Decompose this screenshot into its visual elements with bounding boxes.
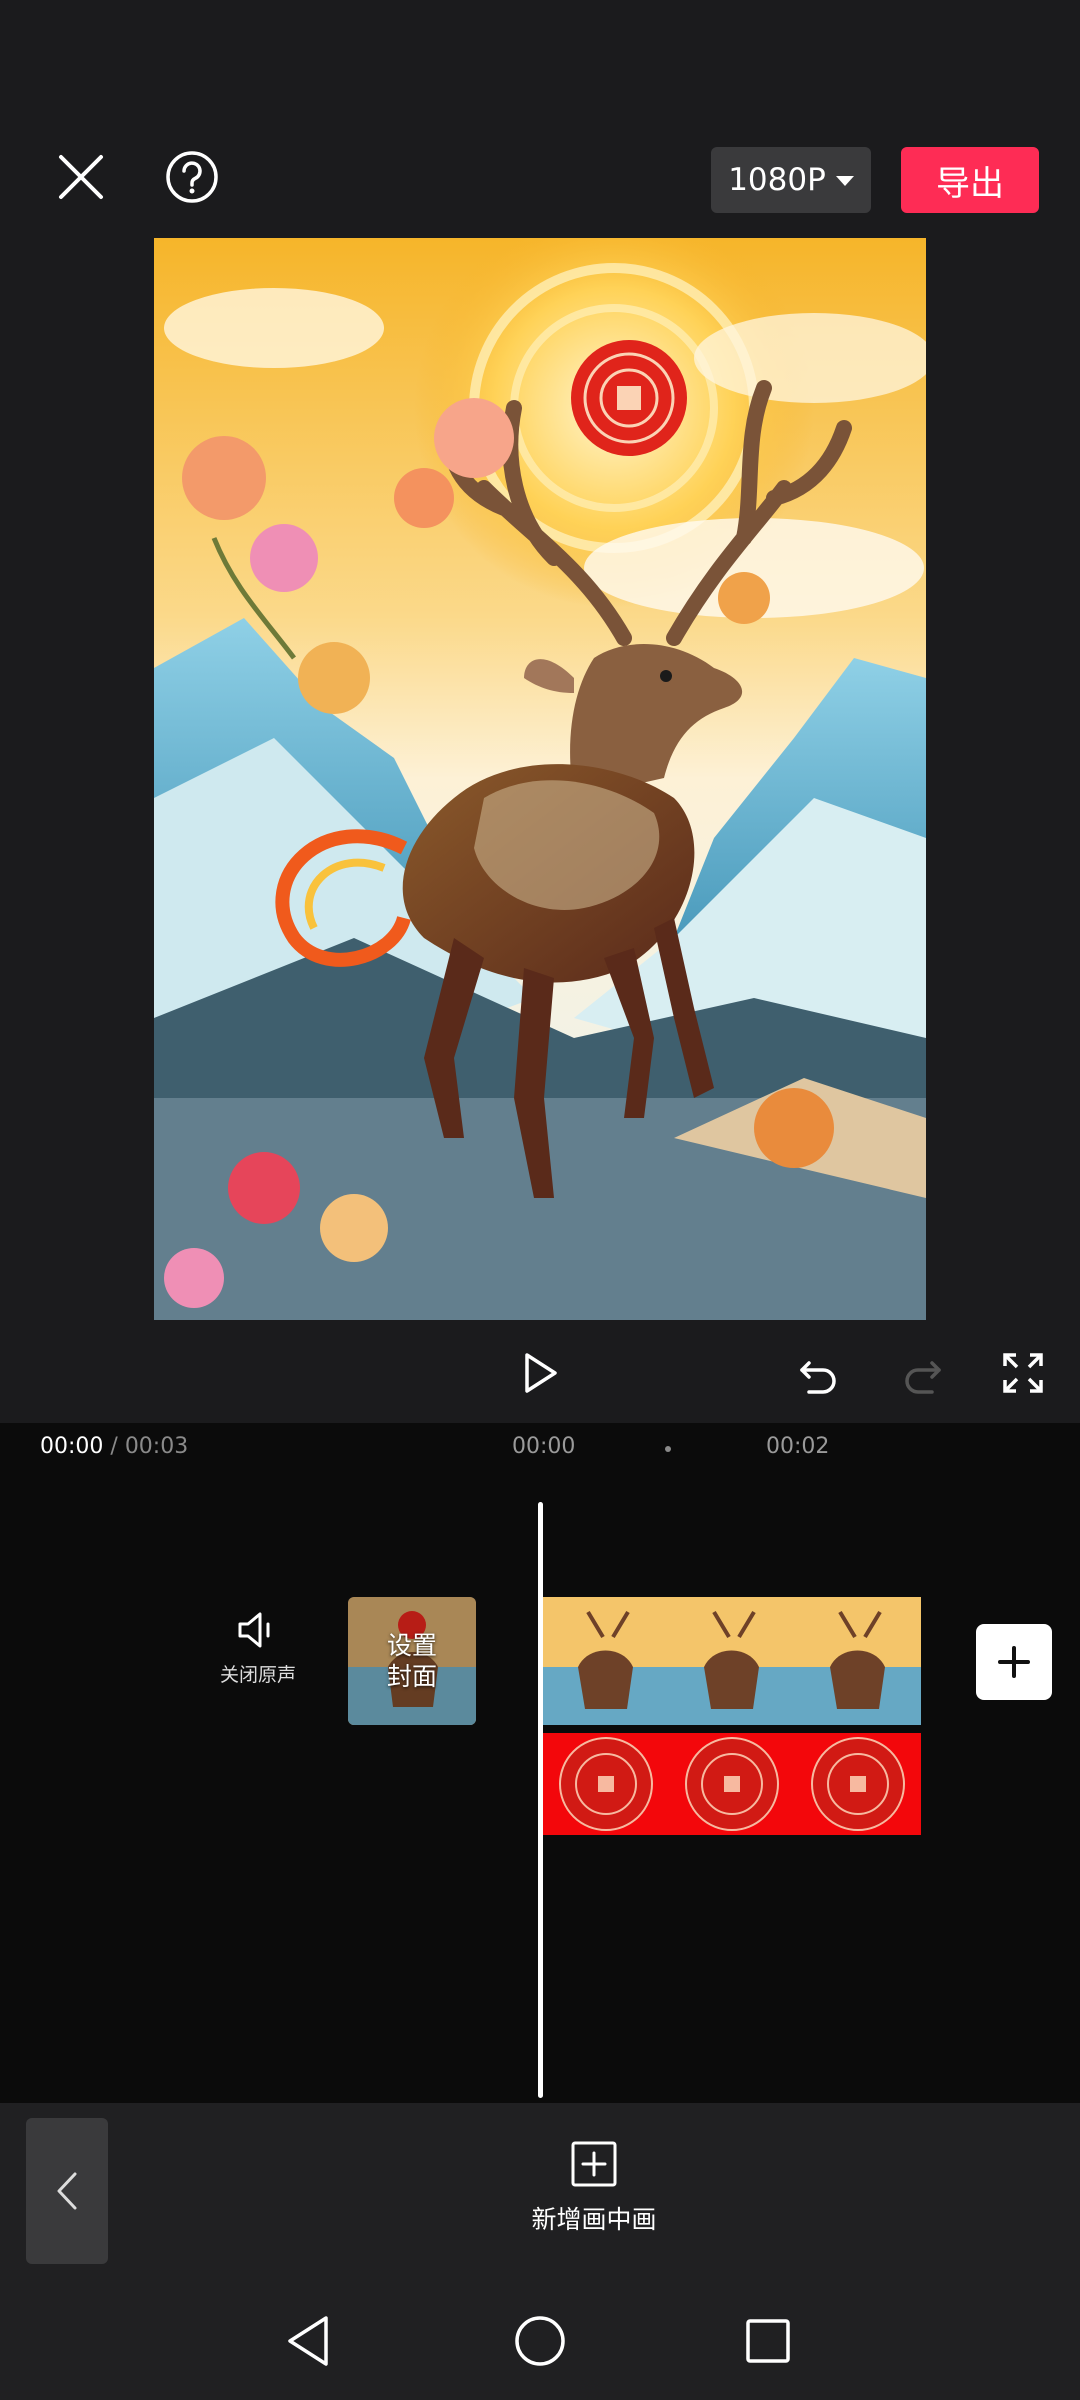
close-button[interactable] (46, 142, 116, 212)
play-icon (525, 1353, 557, 1393)
total-time: 00:03 (124, 1434, 189, 1459)
system-recents-button[interactable] (733, 2306, 803, 2376)
add-clip-button[interactable] (976, 1624, 1052, 1700)
ruler-label: 00:02 (766, 1434, 830, 1459)
cover-label: 设置 封面 (348, 1597, 476, 1725)
video-preview[interactable] (154, 238, 926, 1320)
speaker-icon (238, 1612, 270, 1648)
mute-label: 关闭原声 (219, 1664, 296, 1686)
playhead[interactable] (538, 1502, 543, 2098)
mute-original-audio-button[interactable]: 关闭原声 (208, 1610, 308, 1720)
system-home-button[interactable] (505, 2306, 575, 2376)
plus-icon (998, 1646, 1030, 1678)
add-pip-label: 新增画中画 (531, 2205, 657, 2234)
help-button[interactable] (157, 142, 227, 212)
time-separator: / (103, 1434, 125, 1459)
fullscreen-icon (1003, 1353, 1043, 1393)
preview-artwork (154, 238, 926, 1320)
overlay-clip-thumbnails (559, 1737, 905, 1831)
resolution-label: 1080P (728, 162, 826, 198)
square-recent-icon (746, 2319, 790, 2363)
chevron-left-icon (57, 2172, 77, 2210)
cover-label-line2: 封面 (386, 1662, 437, 1691)
help-icon (166, 151, 218, 203)
current-time: 00:00 (40, 1434, 104, 1459)
ruler-label: 00:00 (512, 1434, 576, 1459)
circle-home-icon (515, 2316, 565, 2366)
cover-label-line1: 设置 (386, 1631, 437, 1660)
undo-button[interactable] (784, 1340, 854, 1406)
overlay-seal-clip[interactable] (543, 1733, 921, 1835)
resolution-dropdown[interactable]: 1080P (711, 147, 871, 213)
export-button[interactable]: 导出 (901, 147, 1039, 213)
close-icon (59, 155, 103, 199)
add-pip-button[interactable]: 新增画中画 (520, 2140, 668, 2250)
main-video-clip[interactable] (543, 1597, 921, 1725)
redo-icon (905, 1361, 941, 1394)
play-button[interactable] (506, 1340, 576, 1406)
main-clip-thumbnails (543, 1597, 921, 1725)
undo-icon (800, 1361, 836, 1394)
triangle-back-icon (288, 2316, 328, 2366)
system-back-button[interactable] (274, 2306, 344, 2376)
redo-button[interactable] (887, 1340, 957, 1406)
ruler-tick (665, 1446, 671, 1452)
chevron-down-icon (835, 176, 854, 186)
add-box-icon (571, 2141, 617, 2187)
set-cover-button[interactable]: 设置 封面 (348, 1597, 476, 1725)
time-readout: 00:00 / 00:03 (40, 1434, 188, 1459)
fullscreen-button[interactable] (988, 1340, 1058, 1406)
back-button[interactable] (26, 2118, 108, 2264)
